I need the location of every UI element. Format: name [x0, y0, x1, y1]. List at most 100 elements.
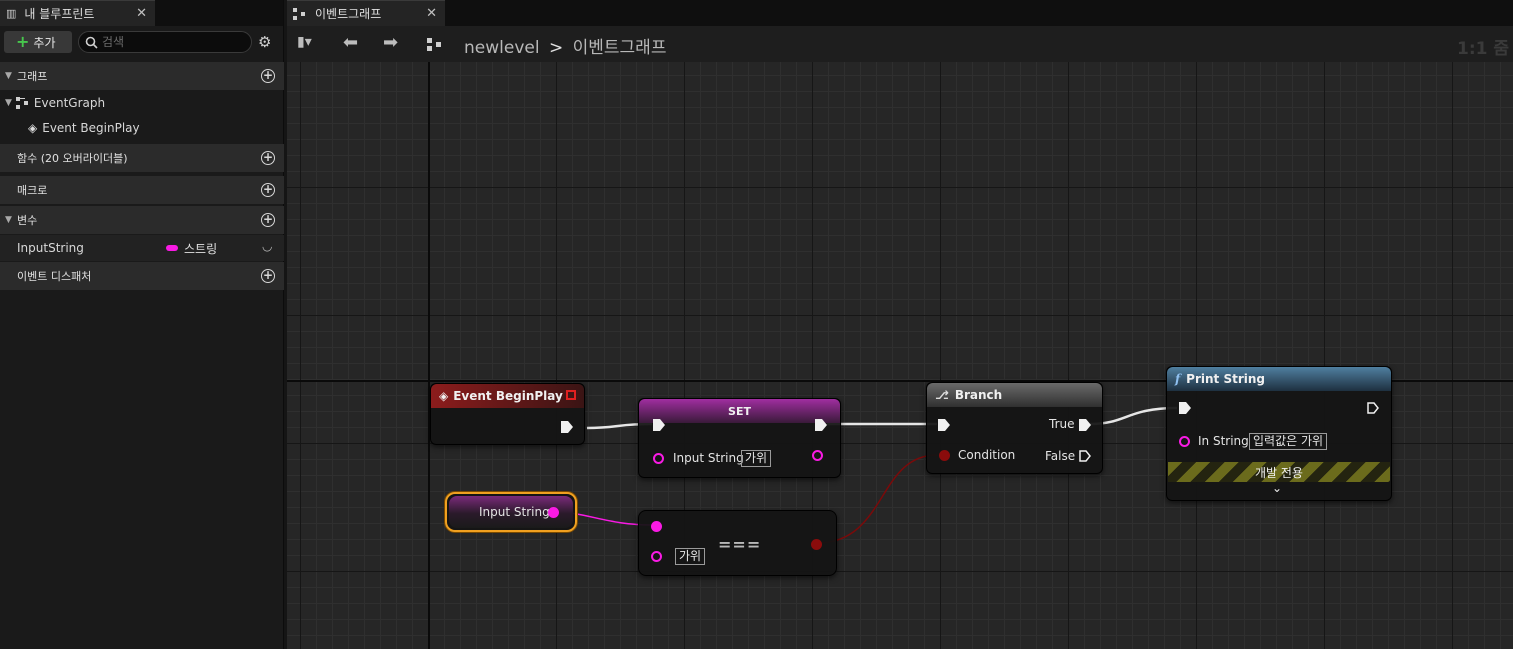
add-variable-icon[interactable]: + — [261, 213, 275, 227]
node-equal[interactable]: 가위 === — [638, 510, 837, 576]
section-variables-label: 변수 — [17, 214, 38, 227]
section-functions[interactable]: 함수 (20 오버라이더블) + — [0, 144, 284, 172]
section-graphs[interactable]: ▼ 그래프 + — [0, 62, 284, 90]
section-macros[interactable]: 매크로 + — [0, 176, 284, 204]
equal-pin-value[interactable]: 가위 — [675, 548, 706, 565]
expand-triangle-icon: ▼ — [5, 71, 12, 81]
add-macro-icon[interactable]: + — [261, 183, 275, 197]
string-in-pin-icon[interactable] — [653, 453, 664, 464]
delegate-pin-icon[interactable] — [566, 390, 576, 400]
add-button-label: 추가 — [33, 35, 56, 50]
set-pin-value[interactable]: 가위 — [741, 450, 772, 467]
close-icon[interactable]: ✕ — [426, 6, 437, 21]
set-pin-label: Input String — [673, 451, 744, 465]
branch-condition-label: Condition — [958, 448, 1016, 462]
add-function-icon[interactable]: + — [261, 151, 275, 165]
gear-icon[interactable]: ⚙ — [258, 33, 271, 51]
tab-event-graph-label: 이벤트그래프 — [315, 7, 382, 21]
left-toolbar: + 추가 ⚙ — [0, 28, 284, 56]
exec-in-pin-icon[interactable] — [653, 419, 665, 431]
node-set[interactable]: SET Input String 가위 — [638, 398, 841, 478]
zoom-level: 1:1 줌 — [1456, 39, 1509, 59]
branch-false-label: False — [1045, 449, 1076, 463]
exec-in-pin-icon[interactable] — [1179, 402, 1191, 414]
add-graph-icon[interactable]: + — [261, 69, 275, 83]
node-beginplay-title: Event BeginPlay — [453, 389, 563, 403]
section-event-dispatchers-label: 이벤트 디스패처 — [17, 270, 92, 283]
origin-axis-vertical — [428, 62, 430, 649]
search-input[interactable] — [102, 35, 242, 49]
node-branch-title: Branch — [954, 388, 1003, 402]
event-diamond-icon: ◈ — [28, 121, 38, 135]
variable-type-pill — [166, 245, 178, 251]
plus-icon: + — [16, 32, 30, 51]
event-graph-icon — [15, 97, 30, 109]
tab-my-blueprint[interactable]: ▥ 내 블루프린트 ✕ — [0, 0, 155, 26]
back-arrow-icon[interactable]: ⬅ — [343, 32, 358, 53]
dev-only-label: 개발 전용 — [1255, 466, 1303, 480]
left-tab-bar: ▥ 내 블루프린트 ✕ — [0, 0, 283, 26]
node-branch[interactable]: ⎇ Branch True Condition False — [926, 382, 1103, 474]
tree-item-beginplay[interactable]: ◈ Event BeginPlay — [0, 116, 284, 140]
graph-toolbar: ▮▾ ⬅ ➡ newlevel > 이벤트그래프 1:1 줌 — [287, 26, 1513, 62]
section-variables[interactable]: ▼ 변수 + — [0, 206, 284, 234]
breadcrumb-graph: 이벤트그래프 — [572, 38, 667, 58]
event-graph-icon — [293, 7, 307, 20]
exec-out-pin-icon[interactable] — [1367, 402, 1379, 414]
tab-event-graph[interactable]: 이벤트그래프 ✕ — [287, 0, 445, 26]
exec-in-pin-icon[interactable] — [938, 419, 950, 431]
node-event-beginplay[interactable]: ◈ Event BeginPlay — [430, 383, 585, 445]
chevron-down-icon[interactable]: ⌄ — [1272, 481, 1282, 495]
get-node-label: Input String — [479, 505, 550, 519]
variable-name: InputString — [17, 241, 84, 255]
event-diamond-icon: ◈ — [439, 389, 449, 403]
tree-item-eventgraph-label: EventGraph — [33, 96, 106, 110]
print-pin-value[interactable]: 입력값은 가위 — [1249, 433, 1328, 450]
bool-out-pin-icon[interactable] — [811, 539, 822, 550]
section-macros-label: 매크로 — [17, 184, 48, 197]
section-event-dispatchers[interactable]: 이벤트 디스패처 + — [0, 262, 284, 290]
breadcrumb: newlevel > 이벤트그래프 — [464, 33, 666, 58]
forward-arrow-icon[interactable]: ➡ — [383, 32, 398, 53]
string-in-pin-icon[interactable] — [1179, 436, 1190, 447]
graph-tab-bar: 이벤트그래프 ✕ — [287, 0, 1513, 26]
exec-true-pin-icon[interactable] — [1079, 419, 1091, 431]
string-a-pin-icon[interactable] — [651, 521, 662, 532]
close-icon[interactable]: ✕ — [136, 6, 147, 21]
bookmark-icon[interactable]: ▮▾ — [297, 34, 312, 50]
tree-item-beginplay-label: Event BeginPlay — [42, 121, 140, 135]
section-graphs-label: 그래프 — [17, 70, 48, 83]
string-out-pin-icon[interactable] — [812, 450, 823, 461]
exec-out-pin-icon[interactable] — [815, 419, 827, 431]
add-dispatcher-icon[interactable]: + — [261, 269, 275, 283]
node-branch-header: ⎇ Branch — [927, 383, 1102, 407]
expand-triangle-icon: ▼ — [5, 215, 12, 225]
variable-type[interactable]: 스트링 — [184, 240, 217, 257]
breadcrumb-level[interactable]: newlevel — [464, 38, 540, 58]
string-out-pin-icon[interactable] — [548, 507, 559, 518]
eye-closed-icon[interactable]: ◡ — [262, 239, 272, 253]
branch-icon: ⎇ — [935, 388, 949, 402]
exec-false-pin-icon[interactable] — [1079, 450, 1091, 462]
book-icon: ▥ — [6, 7, 17, 20]
branch-true-label: True — [1049, 417, 1075, 431]
node-get-inputstring[interactable]: Input String — [445, 492, 577, 532]
expand-triangle-icon: ▼ — [5, 98, 12, 108]
string-b-pin-icon[interactable] — [651, 551, 662, 562]
node-print-string[interactable]: f Print String In String 입력값은 가위 개발 전용 ⌄ — [1166, 366, 1392, 501]
tree-item-eventgraph[interactable]: ▼ EventGraph — [0, 91, 284, 115]
graph-canvas[interactable] — [287, 62, 1513, 649]
variable-row[interactable]: InputString 스트링 ◡ — [0, 235, 284, 261]
search-box[interactable] — [78, 31, 252, 53]
node-beginplay-header: ◈ Event BeginPlay — [431, 384, 584, 408]
node-set-title: SET — [728, 404, 751, 418]
bool-in-pin-icon[interactable] — [939, 450, 950, 461]
equal-symbol: === — [718, 535, 762, 554]
exec-out-pin-icon[interactable] — [561, 421, 573, 433]
search-icon — [85, 36, 98, 49]
my-blueprint-panel: ▥ 내 블루프린트 ✕ + 추가 ⚙ ▼ 그래프 + ▼ EventGraph … — [0, 0, 284, 649]
event-graph-icon — [427, 38, 441, 51]
event-graph-panel: 이벤트그래프 ✕ ▮▾ ⬅ ➡ newlevel > 이벤트그래프 1:1 줌 … — [287, 0, 1513, 649]
function-icon: f — [1175, 372, 1181, 386]
add-button[interactable]: + 추가 — [4, 31, 72, 53]
